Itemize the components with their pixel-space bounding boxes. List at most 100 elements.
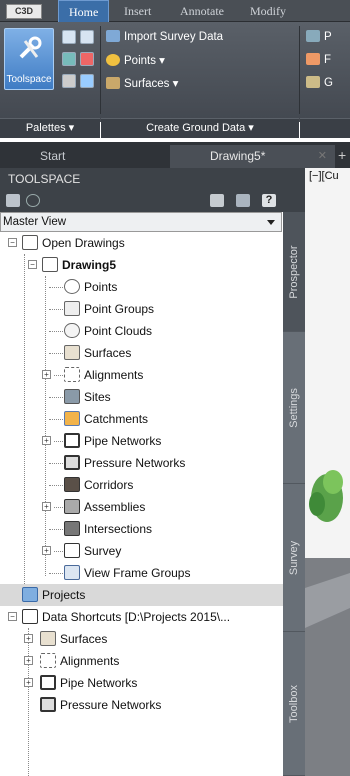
catchment-icon	[64, 411, 80, 426]
tab-settings[interactable]: Settings	[283, 332, 305, 484]
tab-toolbox[interactable]: Toolbox	[283, 632, 305, 776]
tree-item-ds-pipe-networks[interactable]: + Pipe Networks	[0, 672, 283, 694]
tree-item-catchments[interactable]: Catchments	[0, 408, 283, 430]
tree-item-point-groups[interactable]: Point Groups	[0, 298, 283, 320]
points-menu-button[interactable]: Points ▾	[106, 53, 165, 67]
layer-icon[interactable]	[62, 52, 76, 66]
tool-palette-icon[interactable]	[80, 52, 94, 66]
ribbon-tab-bar: C3D Home Insert Annotate Modify	[0, 0, 350, 22]
tree-item-view-frame-groups[interactable]: View Frame Groups	[0, 562, 283, 584]
tree-item-open-drawings[interactable]: − Open Drawings	[0, 232, 283, 254]
panel-title-cutoff	[300, 118, 350, 138]
view-frame-icon	[64, 565, 80, 580]
surfaces-menu-button[interactable]: Surfaces ▾	[106, 76, 178, 90]
survey-icon	[64, 543, 80, 558]
tree-item-sites[interactable]: Sites	[0, 386, 283, 408]
design-center-icon[interactable]	[62, 74, 76, 88]
survey-import-icon	[106, 30, 120, 42]
tree-item-ds-alignments[interactable]: + Alignments	[0, 650, 283, 672]
pipe-network-icon	[64, 433, 80, 448]
properties-icon[interactable]	[80, 30, 94, 44]
toolspace-toolbar: ?	[0, 190, 305, 212]
tab-annotate[interactable]: Annotate	[180, 0, 224, 22]
projects-icon	[22, 587, 38, 602]
viewport-controls[interactable]: [−][Cu	[309, 170, 339, 182]
new-tab-icon[interactable]: +	[338, 148, 346, 162]
item-view-icon[interactable]	[210, 194, 224, 207]
corridor-icon	[64, 477, 80, 492]
site-icon	[64, 389, 80, 404]
tree-item-alignments[interactable]: + Alignments	[0, 364, 283, 386]
feature-line-icon	[306, 53, 320, 65]
import-survey-data-button[interactable]: Import Survey Data	[106, 30, 223, 43]
tree-item-assemblies[interactable]: + Assemblies	[0, 496, 283, 518]
point-cloud-icon	[64, 323, 80, 338]
expand-icon[interactable]: +	[42, 546, 51, 555]
cutoff-item-1[interactable]: P	[306, 30, 332, 43]
expand-icon[interactable]: +	[42, 436, 51, 445]
drawing-icon	[42, 257, 58, 272]
sheet-set-icon[interactable]	[80, 74, 94, 88]
pressure-network-icon	[64, 455, 80, 470]
tab-start[interactable]: Start	[0, 145, 160, 168]
palettes-panel-title[interactable]: Palettes ▾	[0, 118, 100, 138]
drawing-area[interactable]: [−][Cu	[305, 168, 350, 776]
close-tab-icon[interactable]: ✕	[318, 145, 327, 168]
list-view-icon[interactable]	[236, 194, 250, 207]
expand-icon[interactable]: +	[24, 656, 33, 665]
tab-prospector[interactable]: Prospector	[283, 212, 305, 332]
assembly-icon	[64, 499, 80, 514]
tab-survey[interactable]: Survey	[283, 484, 305, 632]
tree-item-surfaces[interactable]: Surfaces	[0, 342, 283, 364]
options-icon[interactable]	[6, 194, 20, 207]
collapse-icon[interactable]: −	[8, 238, 17, 247]
pressure-network-icon	[40, 697, 56, 712]
points-icon	[64, 279, 80, 294]
expand-icon[interactable]: +	[42, 370, 51, 379]
alignment-icon	[64, 367, 80, 382]
panorama-icon[interactable]	[62, 30, 76, 44]
expand-icon[interactable]: +	[24, 634, 33, 643]
cutoff-item-2[interactable]: F	[306, 53, 331, 66]
refresh-icon[interactable]	[26, 194, 40, 207]
create-ground-data-panel-title[interactable]: Create Ground Data ▾	[101, 118, 299, 138]
tree-item-survey[interactable]: + Survey	[0, 540, 283, 562]
ribbon-panel: Toolspace Import Survey Data Points ▾ Su…	[0, 22, 350, 138]
tab-drawing5[interactable]: Drawing5* ✕	[170, 145, 335, 168]
points-icon	[106, 54, 120, 66]
tree-item-ds-pressure-networks[interactable]: Pressure Networks	[0, 694, 283, 716]
prospector-tree: − Open Drawings − Drawing5 Points Point …	[0, 232, 283, 776]
collapse-icon[interactable]: −	[8, 612, 17, 621]
application-button[interactable]: C3D	[6, 4, 42, 19]
tree-item-points[interactable]: Points	[0, 276, 283, 298]
tab-modify[interactable]: Modify	[250, 0, 286, 22]
expand-icon[interactable]: +	[24, 678, 33, 687]
tree-item-point-clouds[interactable]: Point Clouds	[0, 320, 283, 342]
tree-item-ds-surfaces[interactable]: + Surfaces	[0, 628, 283, 650]
tree-item-pipe-networks[interactable]: + Pipe Networks	[0, 430, 283, 452]
cutoff-item-3[interactable]: G	[306, 76, 333, 89]
tree-item-drawing5[interactable]: − Drawing5	[0, 254, 283, 276]
view-selector-dropdown[interactable]: Master View	[0, 212, 282, 232]
toolspace-panel: TOOLSPACE ? Master View Prospector Setti…	[0, 168, 305, 776]
3d-model-view	[305, 470, 350, 776]
tree-item-intersections[interactable]: Intersections	[0, 518, 283, 540]
wrench-screwdriver-icon	[19, 36, 42, 59]
toolspace-label: Toolspace	[6, 74, 52, 85]
expand-icon[interactable]: +	[42, 502, 51, 511]
help-icon[interactable]: ?	[262, 194, 276, 207]
tree-item-data-shortcuts[interactable]: − Data Shortcuts [D:\Projects 2015\...	[0, 606, 283, 628]
toolspace-button[interactable]: Toolspace	[4, 28, 54, 90]
surface-icon	[40, 631, 56, 646]
alignment-icon	[40, 653, 56, 668]
tab-insert[interactable]: Insert	[124, 0, 151, 22]
tree-item-corridors[interactable]: Corridors	[0, 474, 283, 496]
collapse-icon[interactable]: −	[28, 260, 37, 269]
point-groups-icon	[64, 301, 80, 316]
tree-item-pressure-networks[interactable]: Pressure Networks	[0, 452, 283, 474]
file-tab-bar: Start Drawing5* ✕ +	[0, 142, 350, 168]
grading-icon	[306, 76, 320, 88]
pipe-network-icon	[40, 675, 56, 690]
tree-item-projects[interactable]: Projects	[0, 584, 283, 606]
tab-home[interactable]: Home	[58, 0, 110, 22]
